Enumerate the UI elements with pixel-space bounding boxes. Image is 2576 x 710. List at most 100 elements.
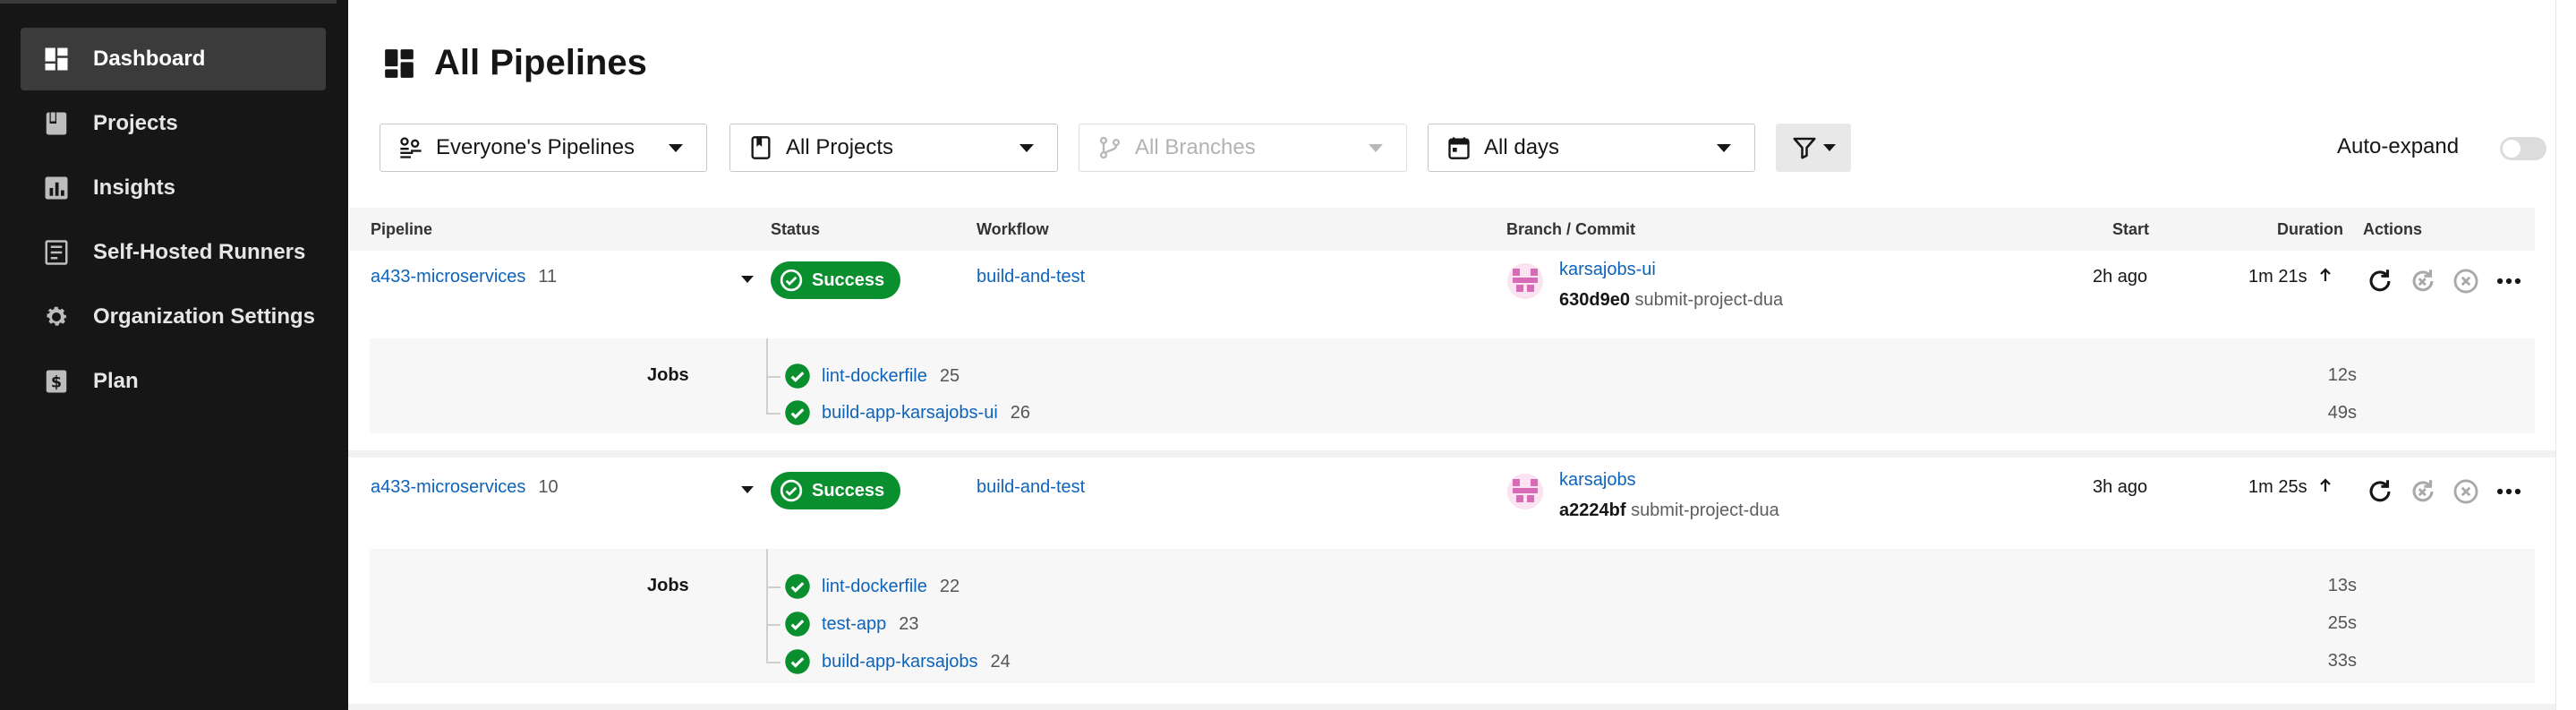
commit-sha[interactable]: a2224bf [1559,500,1626,520]
chevron-down-icon [1717,144,1731,152]
job-link[interactable]: build-app-karsajobs [822,652,978,672]
dropdown-value: All days [1484,135,1560,159]
job-number: 24 [990,651,1011,672]
avatar [1507,263,1543,299]
job-item: lint-dockerfile 22 [784,573,960,600]
table-header: Pipeline Status Workflow Branch / Commit… [350,208,2535,251]
job-duration: 12s [2327,365,2357,385]
branches-filter-dropdown[interactable]: All Branches [1079,124,1407,172]
sidebar-item-projects[interactable]: Projects [21,92,326,155]
rerun-failed-icon[interactable] [2408,476,2438,507]
projects-filter-dropdown[interactable]: All Projects [729,124,1058,172]
branch-icon [1097,135,1122,160]
jobs-tree-branch [766,624,780,626]
page-header: All Pipelines [382,43,647,83]
job-link[interactable]: build-app-karsajobs-ui [822,403,998,423]
dollar-icon: $ [43,368,70,395]
status-badge: Success [771,472,900,509]
dashboard-icon [43,46,70,73]
success-check-icon [785,400,810,425]
days-filter-dropdown[interactable]: All days [1428,124,1755,172]
column-header-pipeline: Pipeline [371,220,433,238]
dropdown-value: All Branches [1135,135,1256,159]
commit-info: a2224bf submit-project-dua [1559,500,1779,521]
chevron-down-icon [1823,144,1836,151]
jobs-panel: Jobs lint-dockerfile 22 test-app 23 buil… [370,549,2535,683]
pipeline-number: 11 [538,267,558,287]
job-link[interactable]: lint-dockerfile [822,577,927,597]
expand-jobs-toggle[interactable] [741,276,754,283]
jobs-tree-branch [766,662,780,663]
arrow-up-icon [2320,478,2331,492]
pipeline-cell: a433-microservices 10 [371,477,559,498]
job-number: 23 [899,613,919,634]
workflow-link[interactable]: build-and-test [977,267,1085,287]
rerun-icon[interactable] [2365,266,2395,296]
sidebar-item-runners[interactable]: Self-Hosted Runners [21,221,326,284]
jobs-tree-branch [766,413,780,415]
expand-jobs-toggle[interactable] [741,486,754,493]
runners-icon [43,239,70,266]
advanced-filter-button[interactable] [1776,124,1851,172]
commit-sha[interactable]: 630d9e0 [1559,290,1630,310]
job-link[interactable]: test-app [822,614,886,635]
column-header-workflow: Workflow [977,220,1049,238]
column-header-actions: Actions [2363,220,2423,238]
main-content: All Pipelines Everyone's Pipelines All P… [348,0,2576,710]
jobs-tree-branch [766,376,780,378]
success-check-icon [785,574,810,599]
pipeline-cell: a433-microservices 11 [371,267,557,287]
job-item: lint-dockerfile 25 [784,363,960,389]
cancel-icon[interactable] [2451,266,2481,296]
rerun-icon[interactable] [2365,476,2395,507]
gear-icon [43,304,70,330]
job-duration: 49s [2327,403,2357,423]
job-link[interactable]: lint-dockerfile [822,366,927,387]
pipelines-filter-dropdown[interactable]: Everyone's Pipelines [380,124,707,172]
duration-value: 1m 25s [2248,477,2307,497]
job-item: build-app-karsajobs-ui 26 [784,399,1030,426]
vertical-scrollbar[interactable] [2555,0,2576,710]
pipeline-project-link[interactable]: a433-microservices [371,267,525,287]
jobs-tree-line [766,549,768,663]
sidebar-item-organization-settings[interactable]: Organization Settings [21,286,326,348]
dropdown-value: All Projects [786,135,894,159]
sidebar: Dashboard Projects Insights Self-Hosted … [0,0,348,710]
calendar-icon [1446,135,1471,160]
column-header-start: Start [2112,220,2150,238]
column-header-duration: Duration [2277,220,2343,238]
start-time: 2h ago [2093,267,2148,287]
toggle-knob [2503,140,2521,158]
workflow-link[interactable]: build-and-test [977,477,1085,498]
column-header-branch-commit: Branch / Commit [1506,220,1636,238]
auto-expand-label: Auto-expand [2337,134,2460,158]
jobs-label: Jobs [647,576,689,595]
status-label: Success [812,269,885,290]
more-options-icon[interactable] [2494,266,2524,296]
branch-link[interactable]: karsajobs-ui [1559,260,1656,280]
rerun-failed-icon[interactable] [2408,266,2438,296]
duration-cell: 1m 21s [2248,267,2332,287]
more-options-icon[interactable] [2494,476,2524,507]
sidebar-item-label: Insights [93,175,176,200]
status-badge: Success [771,261,900,299]
sidebar-item-label: Organization Settings [93,304,316,329]
chevron-down-icon [669,144,683,152]
success-check-icon [785,364,810,389]
job-item: build-app-karsajobs 24 [784,648,1011,675]
sidebar-item-dashboard[interactable]: Dashboard [21,28,326,90]
job-duration: 33s [2327,651,2357,671]
auto-expand-toggle[interactable] [2500,137,2546,160]
cancel-icon[interactable] [2451,476,2481,507]
sidebar-item-insights[interactable]: Insights [21,157,326,219]
jobs-label: Jobs [647,365,689,385]
jobs-tree-branch [766,586,780,588]
pipeline-project-link[interactable]: a433-microservices [371,477,525,497]
sidebar-item-plan[interactable]: $ Plan [21,350,326,413]
commit-message: submit-project-dua [1634,290,1784,310]
check-circle-icon [780,479,803,502]
job-number: 25 [939,365,960,386]
branch-link[interactable]: karsajobs [1559,470,1636,491]
chevron-down-icon [1019,144,1034,152]
row-separator [348,450,2576,458]
